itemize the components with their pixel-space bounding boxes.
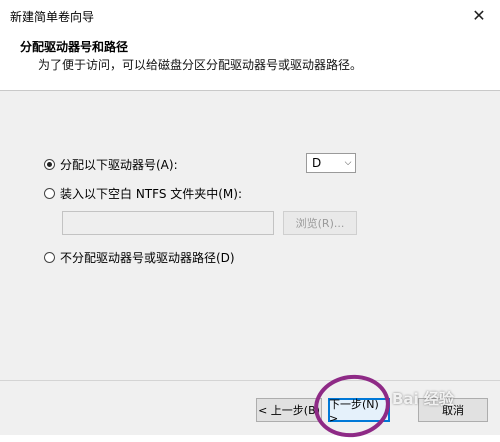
assign-letter-radio[interactable] (44, 158, 55, 170)
no-assign-radio[interactable] (44, 251, 55, 263)
page-title: 分配驱动器号和路径 (20, 40, 129, 54)
wizard-window: 新建简单卷向导 ✕ 分配驱动器号和路径 为了便于访问，可以给磁盘分区分配驱动器号… (0, 0, 500, 442)
assign-letter-option[interactable]: 分配以下驱动器号(A): (44, 155, 178, 173)
browse-button[interactable]: 浏览(R)... (283, 211, 357, 235)
title-bar: 新建简单卷向导 ✕ (0, 0, 500, 32)
footer-divider (0, 380, 500, 381)
back-button[interactable]: < 上一步(B) (256, 398, 322, 422)
page-description: 为了便于访问，可以给磁盘分区分配驱动器号或驱动器路径。 (38, 58, 363, 72)
drive-letter-value: D (312, 156, 322, 170)
no-assign-option[interactable]: 不分配驱动器号或驱动器路径(D) (44, 248, 235, 266)
mount-folder-option[interactable]: 装入以下空白 NTFS 文件夹中(M): (44, 184, 242, 202)
cancel-button[interactable]: 取消 (418, 398, 488, 422)
window-title: 新建简单卷向导 (10, 10, 95, 24)
no-assign-label: 不分配驱动器号或驱动器路径(D) (60, 250, 235, 265)
chevron-down-icon: ⌵ (344, 158, 352, 168)
assign-letter-label: 分配以下驱动器号(A): (60, 157, 178, 172)
folder-path-input[interactable] (62, 211, 274, 235)
mount-folder-label: 装入以下空白 NTFS 文件夹中(M): (60, 186, 243, 201)
next-button[interactable]: 下一步(N) > (328, 398, 390, 425)
close-icon[interactable]: ✕ (466, 4, 492, 26)
drive-letter-select[interactable]: D ⌵ (306, 153, 356, 173)
wizard-header: 分配驱动器号和路径 为了便于访问，可以给磁盘分区分配驱动器号或驱动器路径。 (0, 32, 500, 88)
mount-folder-radio[interactable] (44, 187, 55, 199)
